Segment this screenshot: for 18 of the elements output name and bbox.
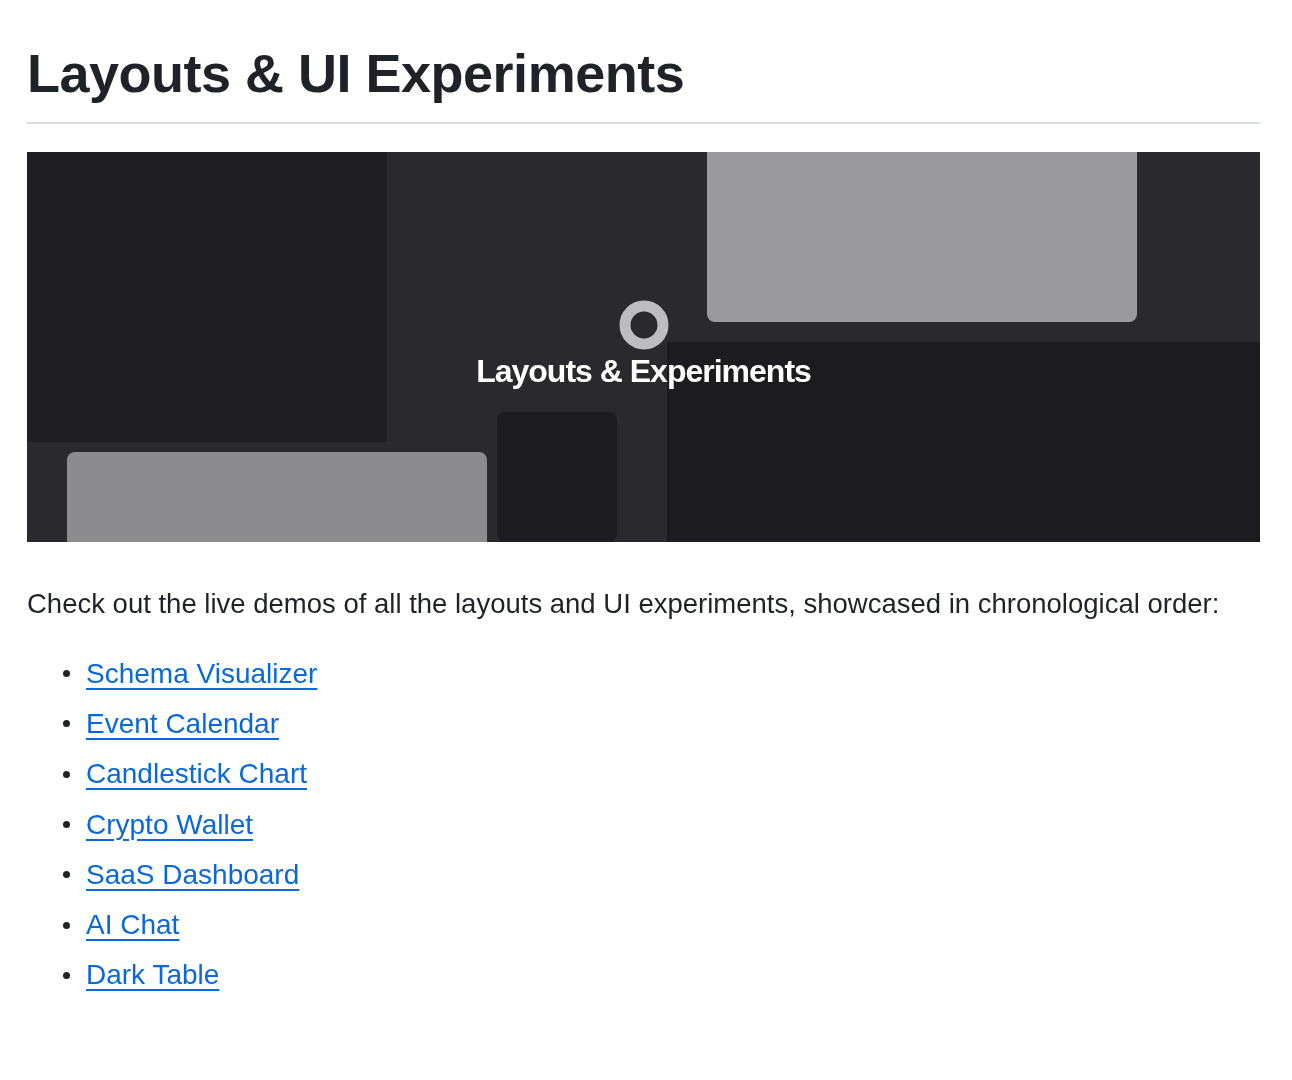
banner-title: Layouts & Experiments (476, 354, 811, 387)
ring-icon (619, 299, 669, 350)
bullet-icon (63, 921, 70, 929)
demo-link[interactable]: AI Chat (86, 907, 180, 944)
demo-link[interactable]: Schema Visualizer (86, 655, 318, 692)
intro-paragraph: Check out the live demos of all the layouts and UI experiments, showcased in chronological order: (27, 586, 1221, 621)
bullet-icon (63, 770, 70, 778)
bullet-icon (63, 821, 70, 829)
bullet-icon (63, 971, 70, 979)
demo-link[interactable]: SaaS Dashboard (86, 856, 300, 893)
page-heading: Layouts & UI Experiments (27, 42, 685, 105)
bullet-icon (63, 720, 70, 728)
demo-link[interactable]: Event Calendar (86, 705, 279, 742)
demo-link[interactable]: Candlestick Chart (86, 756, 307, 793)
demo-link[interactable]: Crypto Wallet (86, 806, 253, 843)
bullet-icon (63, 871, 70, 879)
bullet-icon (63, 670, 70, 678)
demo-link[interactable]: Dark Table (86, 957, 220, 994)
